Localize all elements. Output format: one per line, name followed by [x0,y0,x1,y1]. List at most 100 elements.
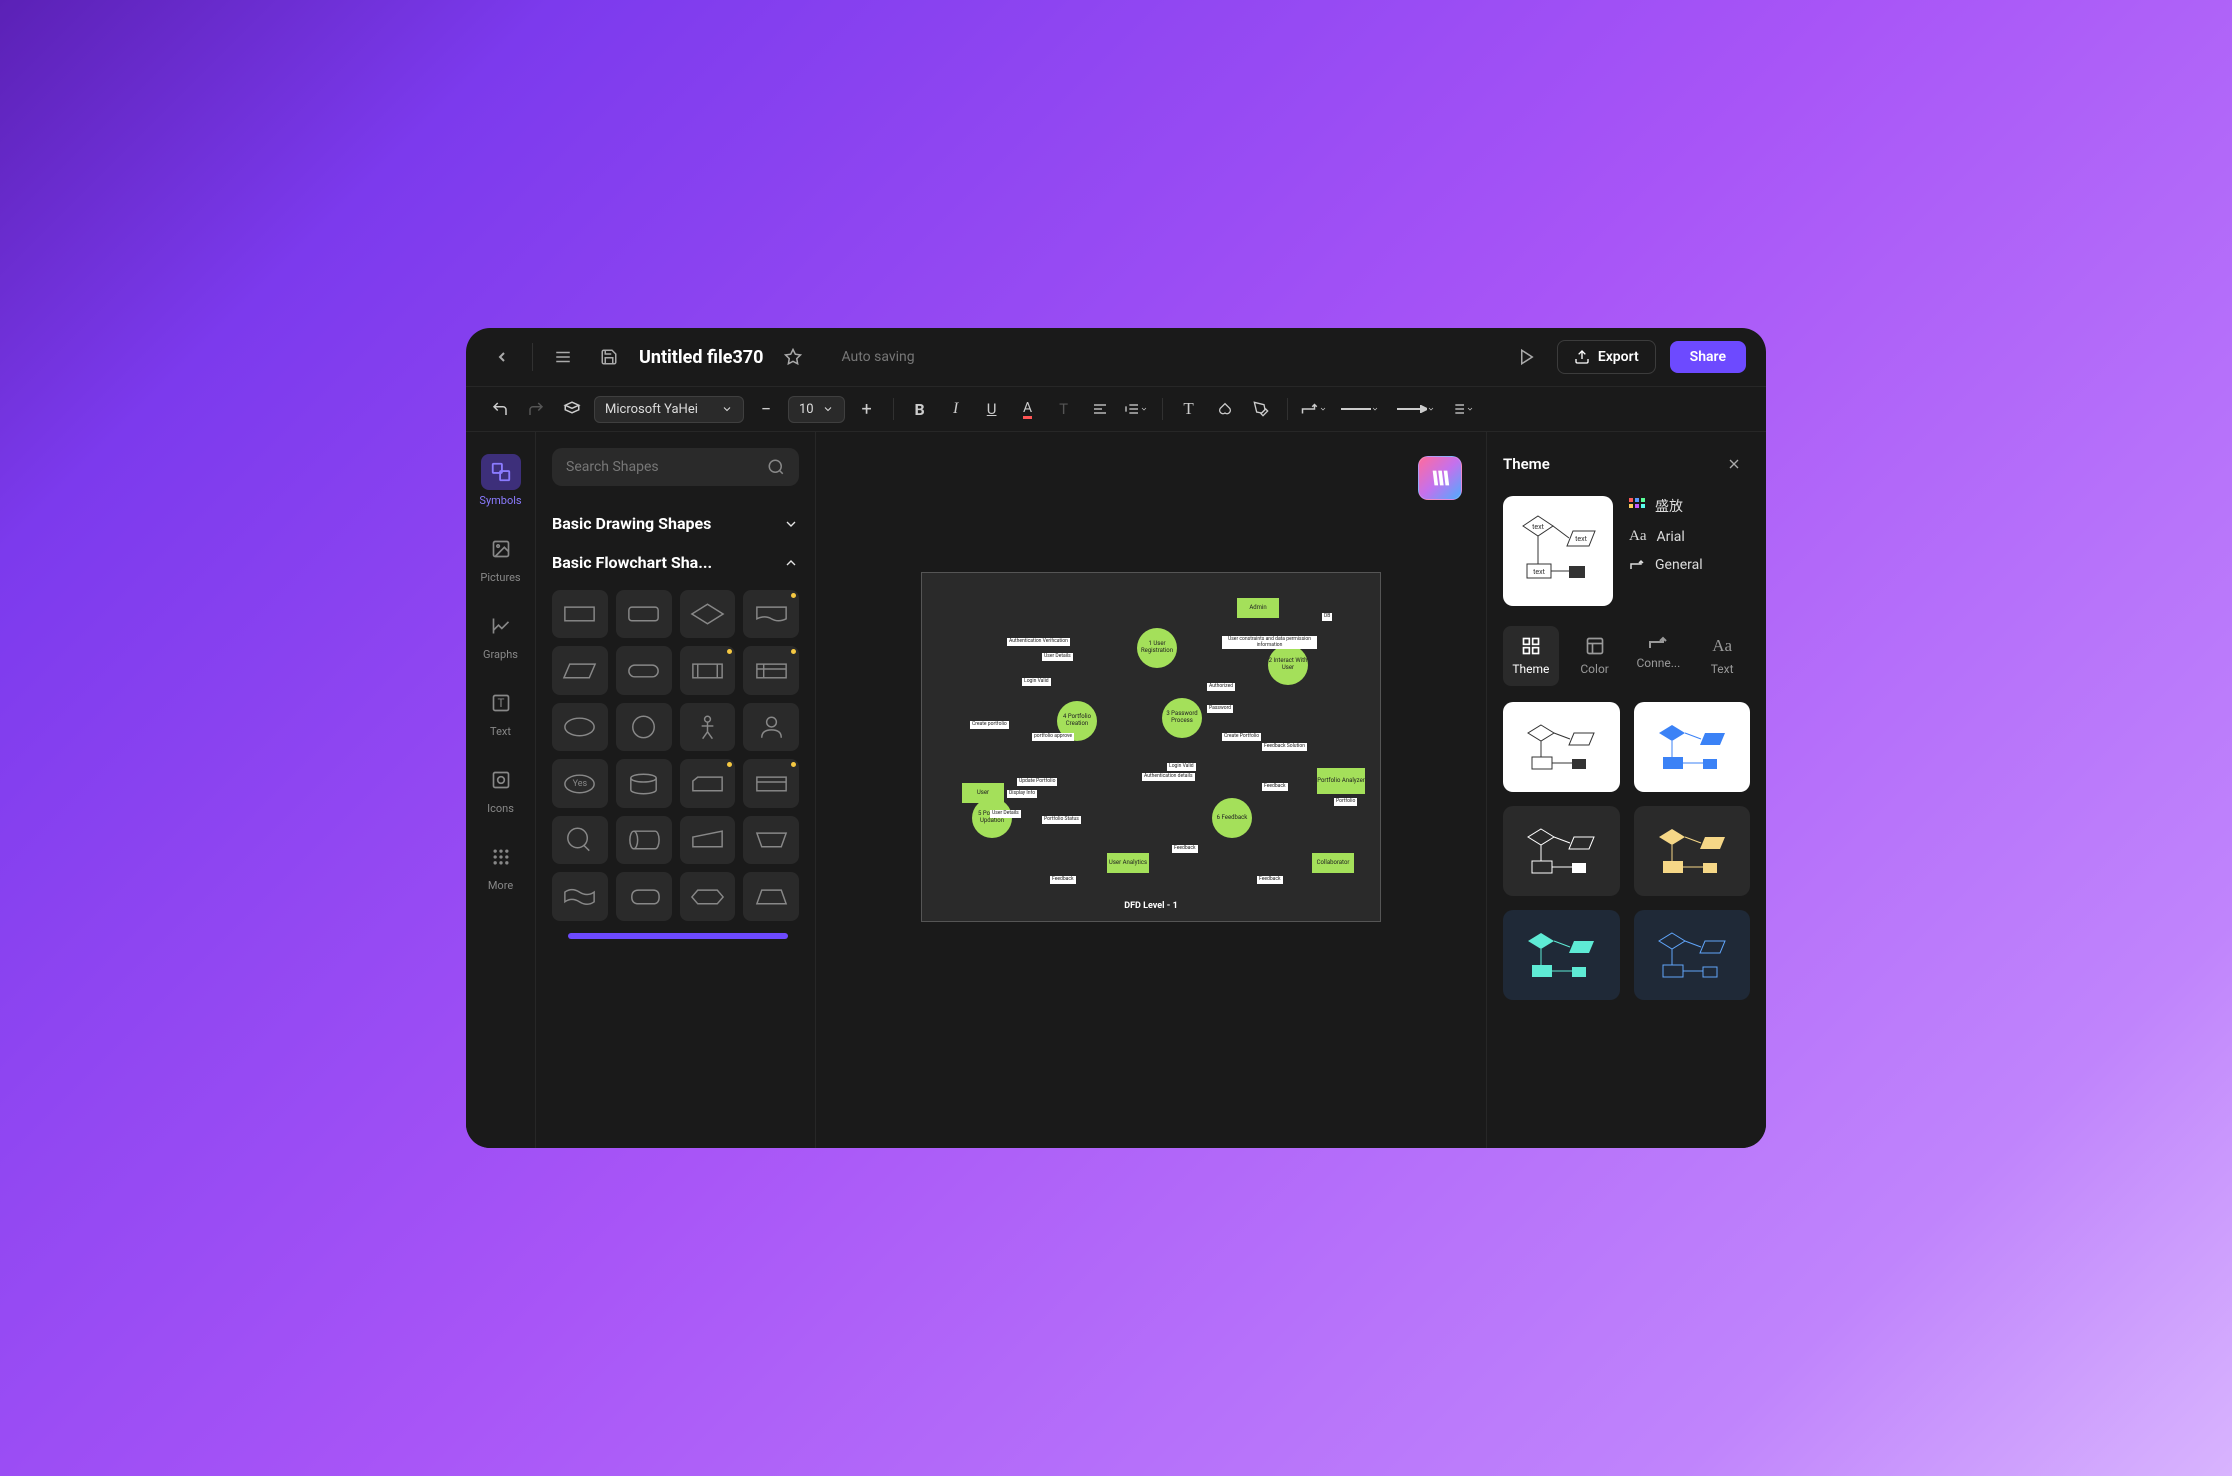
text-tool-button[interactable]: T [1175,395,1203,423]
format-painter-button[interactable] [558,395,586,423]
theme-option-2[interactable] [1634,702,1751,792]
node-user-analytics[interactable]: User Analytics [1107,853,1149,873]
bold-button[interactable]: B [906,395,934,423]
fill-color-button[interactable] [1211,395,1239,423]
line-style-button[interactable] [1336,395,1384,423]
shape-terminator[interactable] [616,646,672,694]
rail-graphs[interactable]: Graphs [466,598,535,671]
arrow-style-button[interactable] [1392,395,1440,423]
rail-text[interactable]: T Text [466,675,535,748]
export-button[interactable]: Export [1557,340,1656,374]
theme-connector[interactable]: General [1629,557,1750,573]
decrease-size-button[interactable]: − [752,395,780,423]
tab-color[interactable]: Color [1567,626,1623,686]
back-button[interactable] [486,341,518,373]
search-input[interactable] [566,459,757,475]
undo-button[interactable] [486,395,514,423]
rail-pictures[interactable]: Pictures [466,521,535,594]
shape-manual-op[interactable] [743,816,799,864]
shape-process[interactable] [552,590,608,638]
shape-ellipse[interactable] [552,703,608,751]
node-5[interactable]: 5 Portfolio Updation [972,798,1012,838]
svg-text:text: text [1533,568,1545,576]
shape-card[interactable] [680,759,736,807]
shape-predefined[interactable] [680,646,736,694]
theme-option-5[interactable] [1503,910,1620,1000]
svg-text:text: text [1532,523,1544,531]
shape-person[interactable] [680,703,736,751]
list-style-button[interactable] [1448,395,1476,423]
shape-circle[interactable] [616,703,672,751]
shape-document[interactable] [743,590,799,638]
shape-decision[interactable] [680,590,736,638]
node-collaborator[interactable]: Collaborator [1312,853,1354,873]
play-button[interactable] [1511,341,1543,373]
app-window: Untitled file370 Auto saving Export Shar… [466,328,1766,1148]
redo-button[interactable] [522,395,550,423]
star-button[interactable] [777,341,809,373]
rail-icons[interactable]: Icons [466,752,535,825]
highlight-button[interactable] [1247,395,1275,423]
node-1[interactable]: 1 User Registration [1137,628,1177,668]
category-basic-flowchart[interactable]: Basic Flowchart Sha... [552,543,799,582]
shape-direct-data[interactable] [616,816,672,864]
label-feedback-solution: Feedback Solution [1262,743,1307,751]
ai-assistant-button[interactable] [1418,456,1462,500]
shape-manual-input[interactable] [680,816,736,864]
canvas-area[interactable]: Admin DB 1 User Registration 2 Interact … [816,432,1486,1148]
theme-preview: text text text [1503,496,1613,606]
align-button[interactable] [1086,395,1114,423]
font-size-select[interactable]: 10 [788,396,845,423]
category-basic-drawing[interactable]: Basic Drawing Shapes [552,504,799,543]
shape-rounded-rect[interactable] [616,590,672,638]
font-select[interactable]: Microsoft YaHei [594,396,744,423]
font-color-button[interactable]: A [1014,395,1042,423]
shape-internal-storage[interactable] [743,646,799,694]
rail-symbols[interactable]: Symbols [466,444,535,517]
node-admin[interactable]: Admin [1237,598,1279,618]
tab-text[interactable]: Aa Text [1694,626,1750,686]
increase-size-button[interactable]: + [853,395,881,423]
theme-option-6[interactable] [1634,910,1751,1000]
tab-connector[interactable]: Conne... [1631,626,1687,686]
share-button[interactable]: Share [1670,341,1746,373]
shape-data[interactable] [552,646,608,694]
node-3[interactable]: 3 Password Process [1162,698,1202,738]
shape-hexagon[interactable] [680,872,736,920]
shape-tape[interactable] [552,872,608,920]
shape-display[interactable] [616,872,672,920]
left-rail: Symbols Pictures Graphs T Text Icons Mor… [466,432,536,1148]
node-db[interactable]: DB [1322,613,1332,621]
theme-option-3[interactable] [1503,806,1620,896]
shape-yes[interactable]: Yes [552,759,608,807]
search-shapes[interactable] [552,448,799,486]
shape-callout[interactable] [552,816,608,864]
chevron-down-icon [783,516,799,532]
theme-option-1[interactable] [1503,702,1620,792]
tab-theme[interactable]: Theme [1503,626,1559,686]
rail-more[interactable]: More [466,829,535,902]
strikethrough-button[interactable]: T [1050,395,1078,423]
shape-database[interactable] [616,759,672,807]
diagram-canvas[interactable]: Admin DB 1 User Registration 2 Interact … [921,572,1381,922]
shapes-panel: Basic Drawing Shapes Basic Flowchart Sha… [536,432,816,1148]
node-2[interactable]: 2 Interact With User [1268,645,1308,685]
menu-button[interactable] [547,341,579,373]
shape-trapezoid[interactable] [743,872,799,920]
node-user[interactable]: User [962,783,1004,803]
file-title[interactable]: Untitled file370 [639,347,763,368]
underline-button[interactable]: U [978,395,1006,423]
shape-user[interactable] [743,703,799,751]
line-spacing-button[interactable] [1122,395,1150,423]
label-user-details: User Details [1042,653,1073,661]
theme-preset[interactable]: 盛放 [1629,496,1750,516]
node-6[interactable]: 6 Feedback [1212,798,1252,838]
node-portfolio-analyzer[interactable]: Portfolio Analyzer [1317,768,1365,794]
theme-option-4[interactable] [1634,806,1751,896]
save-button[interactable] [593,341,625,373]
close-theme-button[interactable] [1718,448,1750,480]
italic-button[interactable]: I [942,395,970,423]
connector-type-button[interactable] [1300,395,1328,423]
theme-font[interactable]: Aa Arial [1629,528,1750,545]
shape-stored-data[interactable] [743,759,799,807]
